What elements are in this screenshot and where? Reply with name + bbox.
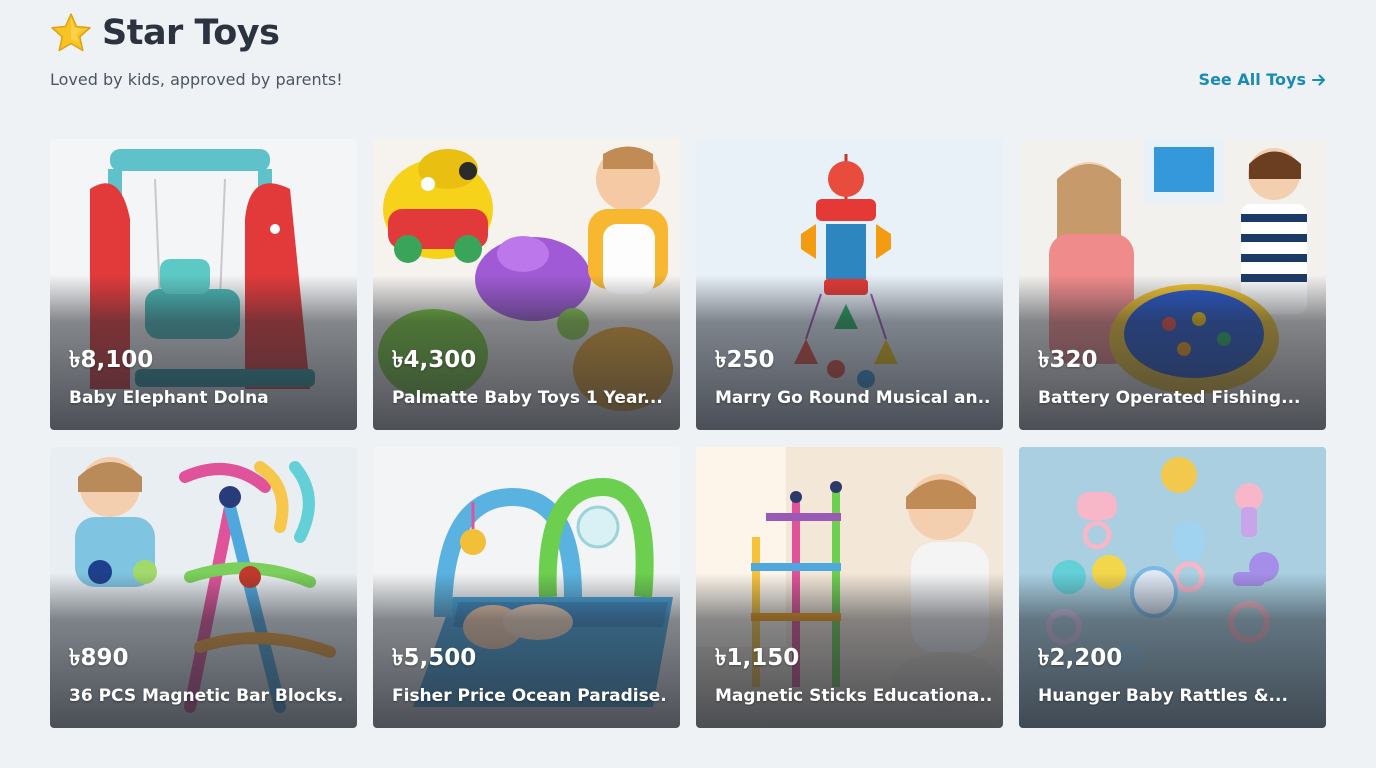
title-row: Star Toys — [50, 8, 1326, 58]
product-name: Battery Operated Fishing... — [1038, 388, 1301, 408]
product-price: ৳2,200 — [1038, 645, 1123, 671]
product-price: ৳1,150 — [715, 645, 800, 671]
product-card[interactable]: ৳5,500 Fisher Price Ocean Paradise... — [373, 447, 680, 728]
section-header: Star Toys Loved by kids, approved by par… — [50, 8, 1326, 98]
product-card[interactable]: ৳890 36 PCS Magnetic Bar Blocks... — [50, 447, 357, 728]
product-card[interactable]: ৳250 Marry Go Round Musical an... — [696, 139, 1003, 430]
product-name: Baby Elephant Dolna — [69, 388, 269, 408]
see-all-toys-link[interactable]: See All Toys — [1199, 70, 1326, 89]
product-grid: ৳8,100 Baby Elephant Dolna ৳4,300 Palmat… — [50, 139, 1327, 728]
product-name: Marry Go Round Musical an... — [715, 388, 991, 408]
product-price: ৳890 — [69, 645, 129, 671]
product-card[interactable]: ৳320 Battery Operated Fishing... — [1019, 139, 1326, 430]
section-title: Star Toys — [102, 13, 280, 53]
product-price: ৳4,300 — [392, 347, 477, 373]
product-name: Fisher Price Ocean Paradise... — [392, 686, 668, 706]
product-name: Magnetic Sticks Educationa... — [715, 686, 991, 706]
arrow-right-icon — [1312, 74, 1325, 85]
product-card[interactable]: ৳1,150 Magnetic Sticks Educationa... — [696, 447, 1003, 728]
product-name: Palmatte Baby Toys 1 Year... — [392, 388, 663, 408]
product-name: 36 PCS Magnetic Bar Blocks... — [69, 686, 345, 706]
product-price: ৳320 — [1038, 347, 1098, 373]
product-card[interactable]: ৳4,300 Palmatte Baby Toys 1 Year... — [373, 139, 680, 430]
section-subtitle: Loved by kids, approved by parents! — [50, 70, 343, 89]
star-icon — [51, 13, 91, 52]
product-price: ৳8,100 — [69, 347, 154, 373]
product-card[interactable]: ৳2,200 Huanger Baby Rattles &... — [1019, 447, 1326, 728]
product-price: ৳5,500 — [392, 645, 477, 671]
product-price: ৳250 — [715, 347, 775, 373]
product-card[interactable]: ৳8,100 Baby Elephant Dolna — [50, 139, 357, 430]
see-all-label: See All Toys — [1198, 70, 1306, 89]
product-name: Huanger Baby Rattles &... — [1038, 686, 1288, 706]
